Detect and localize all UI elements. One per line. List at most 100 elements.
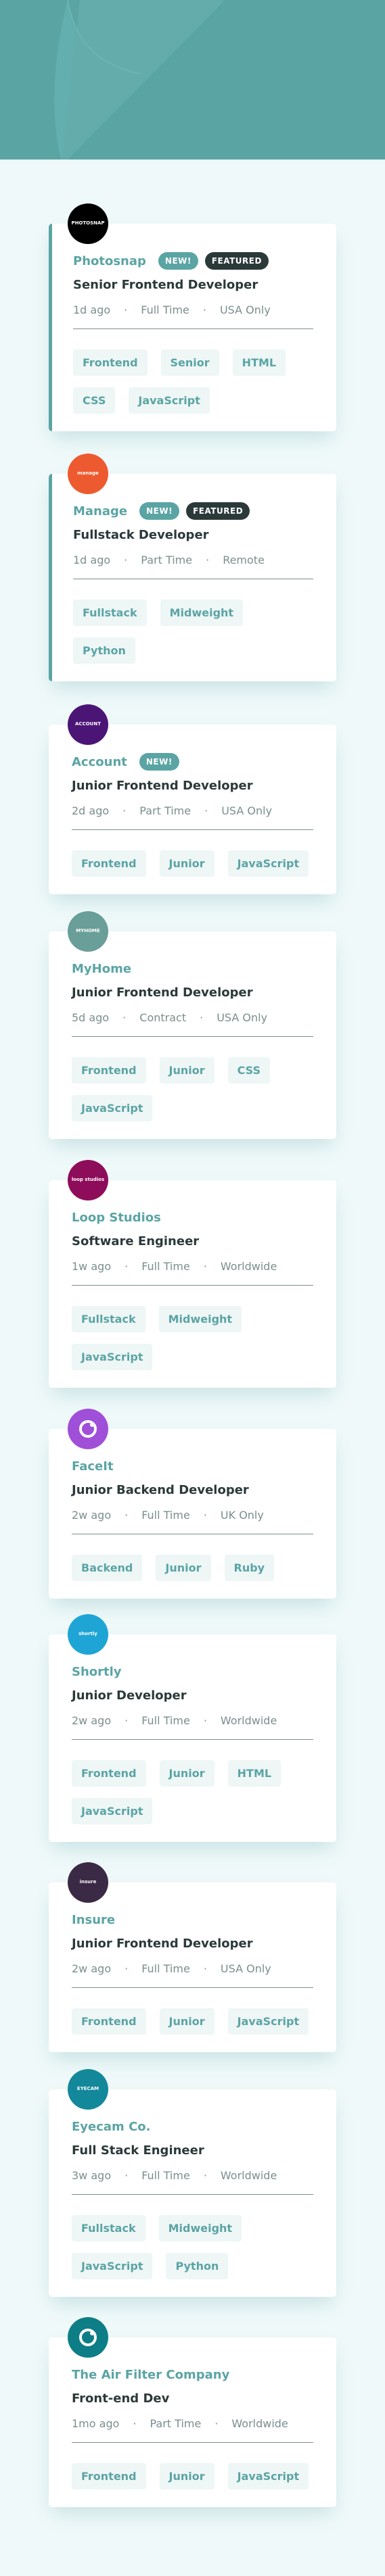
job-title[interactable]: Software Engineer (72, 1234, 313, 1253)
filter-tag[interactable]: JavaScript (72, 1344, 153, 1371)
contract-type: Full Time (141, 1714, 190, 1727)
job-title[interactable]: Junior Developer (72, 1688, 313, 1707)
filter-tag[interactable]: Midweight (160, 600, 244, 627)
filter-tag[interactable]: Frontend (72, 1057, 146, 1084)
job-location: Worldwide (220, 2169, 277, 2182)
company-name[interactable]: Eyecam Co. (72, 2120, 151, 2134)
company-logo-text: MYHOME (76, 928, 100, 934)
filter-tag[interactable]: Senior (160, 349, 219, 376)
job-title[interactable]: Junior Frontend Developer (72, 779, 313, 798)
filter-tag[interactable]: Junior (159, 850, 214, 877)
job-card[interactable]: The Air Filter Company Front-end Dev 1mo a… (49, 2317, 336, 2508)
job-card-body: Account NEW! Junior Frontend Developer 2d a… (49, 725, 336, 894)
posted-time: 1d ago (73, 303, 111, 316)
filter-tag[interactable]: Fullstack (73, 600, 147, 627)
job-meta: 2w ago · Full Time · USA Only (72, 1962, 313, 1975)
job-location: Worldwide (220, 1260, 277, 1273)
filter-tag[interactable]: Python (166, 2253, 229, 2280)
company-logo-text: insure (79, 1879, 97, 1885)
filter-tag[interactable]: JavaScript (227, 850, 309, 877)
company-logo-text: shortly (78, 1631, 97, 1637)
filter-tag[interactable]: Junior (159, 2008, 214, 2035)
filter-tag[interactable]: JavaScript (129, 387, 210, 414)
job-meta: 5d ago · Contract · USA Only (72, 1011, 313, 1024)
filter-tag[interactable]: Junior (156, 1555, 211, 1582)
filter-tag[interactable]: Frontend (72, 1760, 146, 1787)
meta-separator: · (203, 1509, 207, 1522)
filter-tag[interactable]: Frontend (72, 850, 146, 877)
filter-tag[interactable]: Fullstack (72, 1306, 145, 1333)
meta-separator: · (203, 1714, 207, 1727)
company-logo-text: loop studios (71, 1177, 105, 1183)
filter-tag[interactable]: Junior (159, 1760, 214, 1787)
filter-tag[interactable]: JavaScript (72, 2253, 153, 2280)
filter-tag[interactable]: CSS (227, 1057, 271, 1084)
company-name[interactable]: Manage (73, 504, 127, 518)
job-card-body: MyHome Junior Frontend Developer 5d ago · Co… (49, 931, 336, 1139)
company-name[interactable]: MyHome (72, 962, 131, 976)
company-name[interactable]: Loop Studios (72, 1211, 161, 1225)
filter-tag[interactable]: JavaScript (227, 2008, 309, 2035)
company-name[interactable]: FaceIt (72, 1459, 114, 1474)
company-logo: shortly (68, 1614, 108, 1655)
company-name[interactable]: Account (72, 755, 127, 769)
filter-tag[interactable]: Junior (159, 2463, 214, 2490)
job-title[interactable]: Full Stack Engineer (72, 2143, 313, 2162)
filter-tag[interactable]: Backend (72, 1555, 143, 1582)
company-logo (68, 1409, 108, 1449)
posted-time: 1d ago (73, 554, 111, 566)
job-card[interactable]: manage Manage NEW! FEATURED Fullstack Develo… (49, 454, 336, 682)
job-card[interactable]: PHOTOSNAP Photosnap NEW! FEATURED Senior Fro… (49, 203, 336, 432)
job-meta: 1d ago · Part Time · Remote (73, 554, 313, 566)
company-name[interactable]: Shortly (72, 1665, 122, 1679)
job-title[interactable]: Senior Frontend Developer (73, 278, 313, 297)
company-name[interactable]: The Air Filter Company (72, 2368, 229, 2382)
job-title[interactable]: Front-end Dev (72, 2391, 313, 2410)
filter-tag[interactable]: Ruby (224, 1555, 275, 1582)
job-card[interactable]: FaceIt Junior Backend Developer 2w ago · Ful… (49, 1409, 336, 1599)
posted-time: 2d ago (72, 804, 110, 817)
posted-time: 1mo ago (72, 2417, 120, 2430)
filter-tag[interactable]: Midweight (158, 1306, 242, 1333)
meta-separator: · (203, 1260, 207, 1273)
filter-tag[interactable]: Python (73, 637, 135, 664)
filter-tag[interactable]: JavaScript (72, 1095, 153, 1122)
job-card[interactable]: EYECAM Eyecam Co. Full Stack Engineer 3w ag… (49, 2069, 336, 2298)
job-card-header: MyHome (72, 957, 313, 980)
job-title[interactable]: Fullstack Developer (73, 528, 313, 547)
filter-tag[interactable]: Frontend (72, 2463, 146, 2490)
job-tags: Frontend Senior HTML CSS JavaScript (73, 329, 313, 431)
contract-type: Full Time (141, 1260, 190, 1273)
job-location: UK Only (220, 1509, 264, 1522)
company-name[interactable]: Photosnap (73, 254, 146, 268)
job-title[interactable]: Junior Frontend Developer (72, 986, 313, 1004)
job-card[interactable]: shortly Shortly Junior Developer 2w ago · Ful… (49, 1614, 336, 1843)
job-card[interactable]: ACCOUNT Account NEW! Junior Frontend Develo… (49, 704, 336, 895)
posted-time: 2w ago (72, 1962, 112, 1975)
filter-tag[interactable]: JavaScript (72, 1798, 153, 1825)
job-card-body: Loop Studios Software Engineer 1w ago · Full… (49, 1180, 336, 1388)
company-name[interactable]: Insure (72, 1913, 115, 1927)
job-card[interactable]: MYHOME MyHome Junior Frontend Developer 5d … (49, 911, 336, 1140)
meta-separator: · (206, 554, 210, 566)
company-logo: EYECAM (68, 2069, 108, 2110)
job-card[interactable]: loop studios Loop Studios Software Enginee… (49, 1160, 336, 1388)
company-logo: MYHOME (68, 911, 108, 952)
filter-tag[interactable]: JavaScript (227, 2463, 309, 2490)
filter-tag[interactable]: Junior (159, 1057, 214, 1084)
job-card[interactable]: insure Insure Junior Frontend Developer 2w … (49, 1862, 336, 2053)
company-logo: ACCOUNT (68, 704, 108, 745)
filter-tag[interactable]: CSS (73, 387, 116, 414)
job-title[interactable]: Junior Backend Developer (72, 1483, 313, 1502)
job-meta: 1d ago · Full Time · USA Only (73, 303, 313, 316)
meta-separator: · (124, 1509, 129, 1522)
filter-tag[interactable]: Midweight (158, 2215, 242, 2242)
filter-tag[interactable]: Fullstack (72, 2215, 145, 2242)
job-card-body: FaceIt Junior Backend Developer 2w ago · Ful… (49, 1429, 336, 1599)
job-card-header: Manage NEW! FEATURED (73, 500, 313, 523)
filter-tag[interactable]: Frontend (73, 349, 148, 376)
job-title[interactable]: Junior Frontend Developer (72, 1937, 313, 1955)
filter-tag[interactable]: Frontend (72, 2008, 146, 2035)
filter-tag[interactable]: HTML (227, 1760, 281, 1787)
filter-tag[interactable]: HTML (232, 349, 286, 376)
